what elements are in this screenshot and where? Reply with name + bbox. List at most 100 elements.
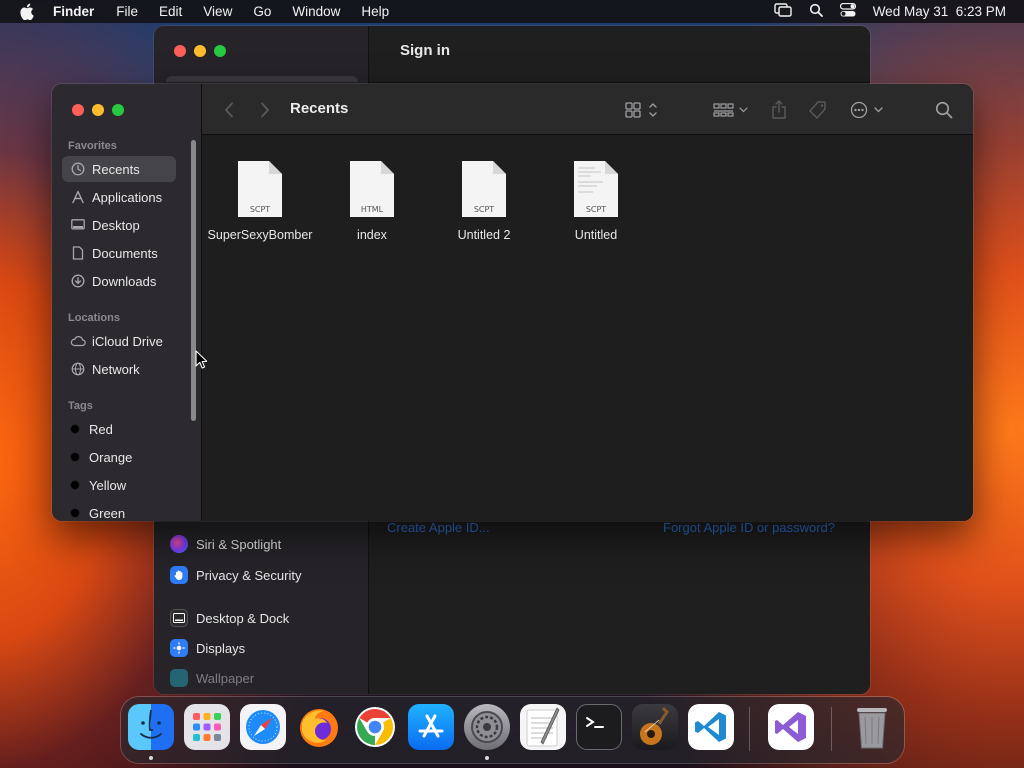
settings-item-label: Displays [196,640,246,656]
share-icon[interactable] [771,100,787,120]
file-name: Untitled [574,228,618,242]
finder-toolbar: Recents [202,84,973,135]
forgot-apple-id-link[interactable]: Forgot Apple ID or password? [663,520,835,535]
menu-window[interactable]: Window [292,4,340,19]
dock-launchpad-icon[interactable] [184,704,230,750]
finder-sidebar: Favorites Recents Applications Desktop D… [52,84,202,521]
sidebar-item-network[interactable]: Network [62,356,176,382]
settings-search-field[interactable] [166,76,358,82]
dock-garageband-icon[interactable] [632,704,678,750]
minimize-button[interactable] [92,104,104,116]
settings-page-title: Sign in [400,42,450,59]
dock-vscode-icon[interactable] [688,704,734,750]
menu-edit[interactable]: Edit [159,4,182,19]
file-item[interactable]: SCPT SuperSexyBomber [205,160,315,243]
zoom-button[interactable] [214,45,226,57]
dock-finder-icon[interactable] [128,704,174,750]
back-chevron-icon[interactable] [224,100,234,120]
file-kind-label: SCPT [474,205,494,214]
dock-separator [831,707,832,751]
cloud-icon [70,333,86,349]
sidebar-tag-orange[interactable]: Orange [62,444,176,470]
close-button[interactable] [72,104,84,116]
settings-item-desktop-dock[interactable]: Desktop & Dock [170,609,289,627]
sidebar-tag-red[interactable]: Red [62,416,176,442]
sidebar-item-downloads[interactable]: Downloads [62,268,176,294]
dock-chrome-icon[interactable] [352,704,398,750]
minimize-button[interactable] [194,45,206,57]
finder-window: Favorites Recents Applications Desktop D… [52,84,973,521]
settings-item-displays[interactable]: Displays [170,639,245,657]
menu-file[interactable]: File [116,4,138,19]
sidebar-item-label: Red [89,421,113,437]
screen-mirroring-icon[interactable] [773,3,792,20]
menu-view[interactable]: View [203,4,232,19]
settings-item-siri[interactable]: Siri & Spotlight [170,535,281,553]
sidebar-item-icloud-drive[interactable]: iCloud Drive [62,328,176,354]
tag-icon[interactable] [808,100,828,120]
menu-bar: Finder File Edit View Go Window Help Wed… [0,0,1024,23]
file-item[interactable]: SCPT Untitled [541,160,651,243]
download-icon [70,273,86,289]
dock-trash-icon[interactable] [849,704,895,750]
icon-view-grid-icon[interactable] [625,100,659,120]
dock-separator [749,707,750,751]
dock-firefox-icon[interactable] [296,704,342,750]
sidebar-item-applications[interactable]: Applications [62,184,176,210]
sidebar-tag-green[interactable]: Green [62,500,176,521]
tag-dot-icon [70,452,80,462]
settings-item-label: Wallpaper [196,670,255,686]
running-indicator [149,756,153,760]
menu-app-finder[interactable]: Finder [53,4,94,19]
dock-safari-icon[interactable] [240,704,286,750]
dock-system-settings-icon[interactable] [464,704,510,750]
control-center-icon[interactable] [839,2,856,20]
forward-chevron-icon[interactable] [260,100,270,120]
displays-icon [170,639,188,657]
sidebar-scrollbar[interactable] [191,140,196,421]
spotlight-search-icon[interactable] [809,3,823,20]
settings-item-label: Siri & Spotlight [196,536,282,552]
dock-terminal-icon[interactable] [576,704,622,750]
dock-textedit-icon[interactable] [520,704,566,750]
clock-icon [70,161,86,177]
search-icon[interactable] [935,100,953,120]
group-by-icon[interactable] [713,100,749,120]
settings-item-privacy[interactable]: Privacy & Security [170,566,301,584]
menu-clock[interactable]: Wed May 31 6:23 PM [873,4,1006,19]
settings-item-wallpaper[interactable]: Wallpaper [170,669,254,687]
globe-icon [70,361,86,377]
siri-icon [170,535,188,553]
file-kind-label: SCPT [586,205,606,214]
sidebar-item-recents[interactable]: Recents [62,156,176,182]
tag-dot-icon [70,480,80,490]
sidebar-item-documents[interactable]: Documents [62,240,176,266]
file-name: Untitled 2 [457,228,511,242]
finder-content: SCPT SuperSexyBomber HTML index SCPT Unt… [202,136,973,521]
menu-help[interactable]: Help [361,4,389,19]
file-item[interactable]: SCPT Untitled 2 [429,160,539,243]
mouse-cursor-icon [195,350,208,374]
dock-icon [170,609,188,627]
menu-go[interactable]: Go [253,4,271,19]
document-icon [70,245,86,261]
settings-item-label: Desktop & Dock [196,610,290,626]
sidebar-tag-yellow[interactable]: Yellow [62,472,176,498]
sidebar-item-desktop[interactable]: Desktop [62,212,176,238]
running-indicator [485,756,489,760]
apple-menu-icon[interactable] [19,3,37,20]
settings-window-controls [174,45,226,57]
sidebar-item-label: iCloud Drive [92,333,163,349]
file-name: SuperSexyBomber [207,228,313,242]
finder-window-controls [72,104,124,116]
sidebar-item-label: Green [89,505,126,521]
zoom-button[interactable] [112,104,124,116]
create-apple-id-link[interactable]: Create Apple ID... [387,520,490,535]
tag-dot-icon [70,424,80,434]
dock-app-store-icon[interactable] [408,704,454,750]
more-actions-icon[interactable] [850,100,886,120]
close-button[interactable] [174,45,186,57]
sidebar-item-label: Desktop [92,217,140,233]
file-item[interactable]: HTML index [317,160,427,243]
dock-visual-studio-icon[interactable] [768,704,814,750]
